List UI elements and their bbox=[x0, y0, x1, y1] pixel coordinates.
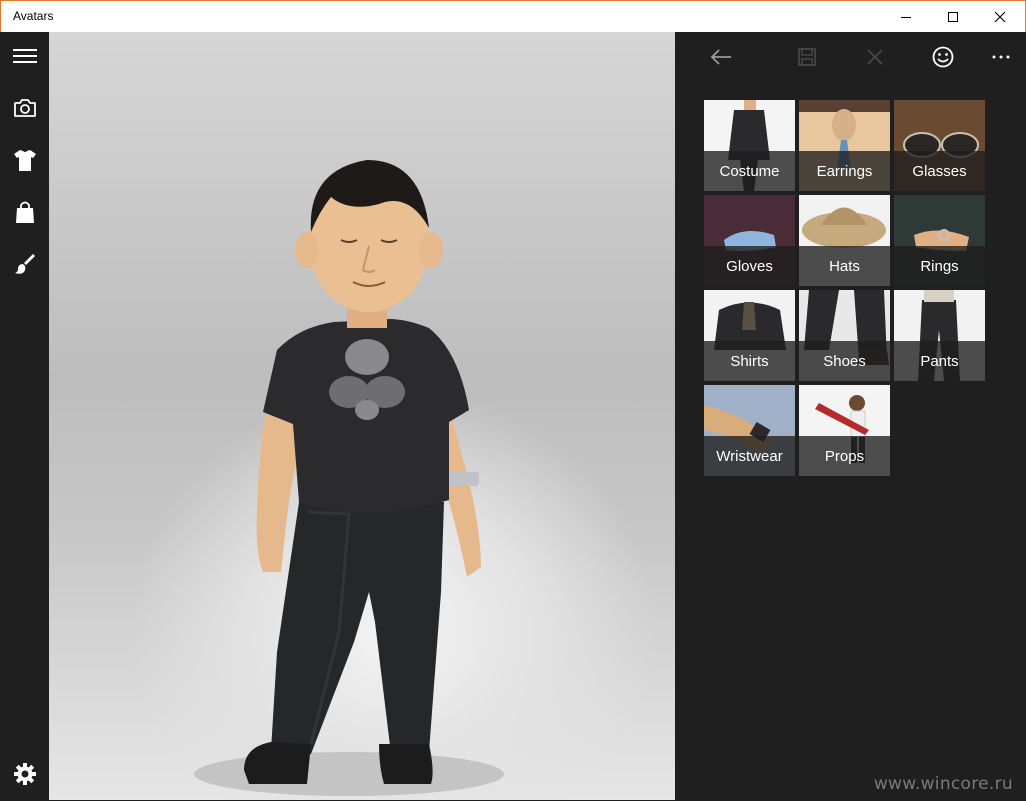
category-tile-gloves[interactable]: Gloves bbox=[704, 195, 795, 286]
customize-panel: Costume Earrings Glasses Gloves Hats Rin… bbox=[675, 32, 1025, 800]
more-icon bbox=[992, 55, 1010, 59]
category-tile-shirts[interactable]: Shirts bbox=[704, 290, 795, 381]
save-icon bbox=[798, 48, 816, 66]
camera-icon bbox=[14, 99, 36, 117]
tile-label: Hats bbox=[799, 246, 890, 286]
settings-button[interactable] bbox=[1, 750, 49, 798]
category-tile-glasses[interactable]: Glasses bbox=[894, 100, 985, 191]
title-bar: Avatars bbox=[0, 0, 1026, 32]
avatar-figure bbox=[194, 160, 504, 796]
command-bar bbox=[675, 32, 1025, 82]
tile-label: Pants bbox=[894, 341, 985, 381]
minimize-icon bbox=[901, 16, 911, 18]
tile-label: Shoes bbox=[799, 341, 890, 381]
close-window-button[interactable] bbox=[977, 1, 1023, 32]
category-tile-pants[interactable]: Pants bbox=[894, 290, 985, 381]
window-title: Avatars bbox=[13, 9, 54, 23]
maximize-icon bbox=[948, 11, 958, 22]
hamburger-menu-button[interactable] bbox=[1, 32, 49, 80]
save-button[interactable] bbox=[783, 32, 831, 82]
tile-label: Wristwear bbox=[704, 436, 795, 476]
close-icon bbox=[994, 11, 1006, 22]
clothing-button[interactable] bbox=[1, 136, 49, 184]
emote-button[interactable] bbox=[919, 32, 967, 82]
category-tile-props[interactable]: Props bbox=[799, 385, 890, 476]
cancel-button[interactable] bbox=[851, 32, 899, 82]
tile-label: Glasses bbox=[894, 151, 985, 191]
paintbrush-icon bbox=[15, 254, 35, 274]
gear-icon bbox=[14, 763, 36, 785]
store-button[interactable] bbox=[1, 188, 49, 236]
smiley-icon bbox=[932, 46, 954, 68]
tshirt-icon bbox=[14, 150, 36, 171]
watermark: www.wincore.ru bbox=[873, 774, 1013, 794]
hamburger-menu-icon bbox=[13, 49, 37, 63]
category-tile-wristwear[interactable]: Wristwear bbox=[704, 385, 795, 476]
nav-rail bbox=[1, 32, 49, 800]
more-button[interactable] bbox=[977, 32, 1025, 82]
category-tile-earrings[interactable]: Earrings bbox=[799, 100, 890, 191]
close-icon bbox=[867, 49, 883, 65]
camera-button[interactable] bbox=[1, 84, 49, 132]
category-tile-hats[interactable]: Hats bbox=[799, 195, 890, 286]
maximize-button[interactable] bbox=[930, 1, 976, 32]
back-button[interactable] bbox=[697, 32, 745, 82]
category-tile-rings[interactable]: Rings bbox=[894, 195, 985, 286]
tile-label: Shirts bbox=[704, 341, 795, 381]
style-button[interactable] bbox=[1, 240, 49, 288]
tile-label: Props bbox=[799, 436, 890, 476]
shopping-bag-icon bbox=[16, 201, 34, 223]
avatar-stage[interactable] bbox=[49, 32, 675, 800]
category-tile-costume[interactable]: Costume bbox=[704, 100, 795, 191]
tile-label: Earrings bbox=[799, 151, 890, 191]
minimize-button[interactable] bbox=[883, 1, 929, 32]
back-arrow-icon bbox=[710, 49, 731, 65]
category-tile-shoes[interactable]: Shoes bbox=[799, 290, 890, 381]
tile-label: Costume bbox=[704, 151, 795, 191]
tile-label: Gloves bbox=[704, 246, 795, 286]
tile-label: Rings bbox=[894, 246, 985, 286]
